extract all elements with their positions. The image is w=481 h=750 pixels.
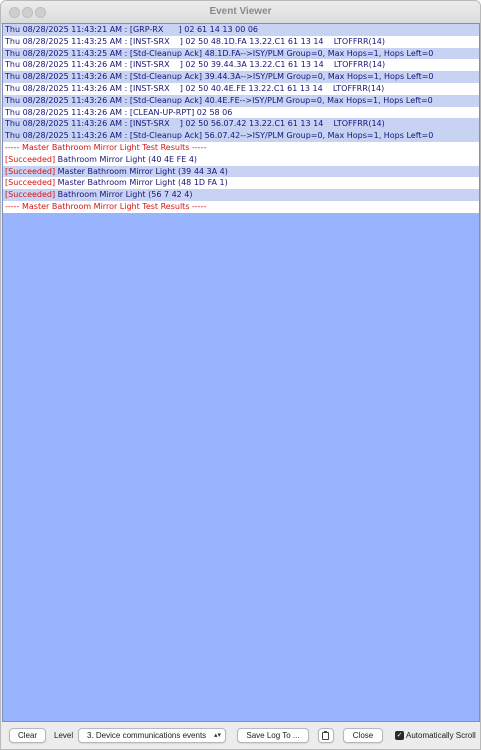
result-device: Bathroom Mirror Light (40 4E FE 4) (55, 154, 198, 164)
result-device: Master Bathroom Mirror Light (39 44 3A 4… (55, 166, 228, 176)
title-bar[interactable]: Event Viewer (1, 1, 480, 24)
log-row-text: Thu 08/28/2025 11:43:26 AM : [INST-SRX ]… (5, 60, 386, 70)
save-log-button[interactable]: Save Log To ... (237, 728, 309, 743)
log-row: Thu 08/28/2025 11:43:26 AM : [Std-Cleanu… (3, 130, 479, 142)
results-header-text: ----- Master Bathroom Mirror Light Test … (5, 142, 207, 152)
log-row: Thu 08/28/2025 11:43:26 AM : [INST-SRX ]… (3, 118, 479, 131)
log-row: Thu 08/28/2025 11:43:21 AM : [GRP-RX ] 0… (3, 24, 479, 36)
autoscroll-checkbox[interactable]: ✓ (395, 731, 404, 740)
result-status: [Succeeded] (5, 166, 56, 176)
close-button[interactable]: Close (343, 728, 383, 743)
log-row: Thu 08/28/2025 11:43:26 AM : [Std-Cleanu… (3, 71, 479, 83)
results-footer-text: ----- Master Bathroom Mirror Light Test … (5, 201, 207, 211)
event-log[interactable]: Thu 08/28/2025 11:43:21 AM : [GRP-RX ] 0… (2, 23, 480, 722)
log-row-text: Thu 08/28/2025 11:43:26 AM : [INST-SRX ]… (5, 83, 385, 93)
log-row-text: Thu 08/28/2025 11:43:26 AM : [Std-Cleanu… (5, 131, 434, 141)
log-row-text: Thu 08/28/2025 11:43:26 AM : [INST-SRX ]… (5, 119, 385, 129)
result-row: [Succeeded] Bathroom Mirror Light (56 7 … (3, 189, 479, 201)
checkmark-icon: ✓ (396, 732, 403, 739)
copy-clipboard-button[interactable] (318, 728, 334, 743)
log-row: Thu 08/28/2025 11:43:26 AM : [INST-SRX ]… (3, 82, 479, 95)
log-row-text: Thu 08/28/2025 11:43:26 AM : [Std-Cleanu… (5, 72, 434, 82)
result-row: [Succeeded] Master Bathroom Mirror Light… (3, 177, 479, 190)
level-select[interactable]: 3. Device communications events ▴▾ (78, 728, 226, 743)
autoscroll-label: Automatically Scroll (406, 731, 476, 740)
chevron-updown-icon: ▴▾ (213, 732, 221, 739)
log-row-text: Thu 08/28/2025 11:43:25 AM : [Std-Cleanu… (5, 48, 434, 58)
log-row: Thu 08/28/2025 11:43:26 AM : [CLEAN-UP-R… (3, 106, 479, 119)
log-row-text: Thu 08/28/2025 11:43:26 AM : [Std-Cleanu… (5, 95, 433, 105)
log-row-text: Thu 08/28/2025 11:43:21 AM : [GRP-RX ] 0… (5, 25, 259, 34)
result-device: Master Bathroom Mirror Light (48 1D FA 1… (55, 178, 228, 188)
level-label: Level (54, 731, 74, 740)
log-row: Thu 08/28/2025 11:43:26 AM : [Std-Cleanu… (3, 94, 479, 107)
level-select-value: 3. Device communications events (87, 731, 207, 740)
log-row-text: Thu 08/28/2025 11:43:26 AM : [CLEAN-UP-R… (5, 107, 233, 117)
log-row: Thu 08/28/2025 11:43:26 AM : [INST-SRX ]… (3, 59, 479, 72)
log-row: Thu 08/28/2025 11:43:25 AM : [INST-SRX ]… (3, 35, 479, 48)
log-row-text: Thu 08/28/2025 11:43:25 AM : [INST-SRX ]… (5, 36, 385, 46)
window-title: Event Viewer (209, 6, 272, 17)
event-viewer-window: Event Viewer Thu 08/28/2025 11:43:21 AM … (0, 0, 481, 750)
result-row: [Succeeded] Master Bathroom Mirror Light… (3, 165, 479, 178)
bottom-toolbar: Clear Level 3. Device communications eve… (1, 723, 480, 749)
log-row: Thu 08/28/2025 11:43:25 AM : [Std-Cleanu… (3, 47, 479, 60)
result-device: Bathroom Mirror Light (56 7 42 4) (55, 190, 193, 200)
clipboard-icon (322, 731, 329, 740)
results-header: ----- Master Bathroom Mirror Light Test … (3, 141, 479, 154)
result-status: [Succeeded] (5, 190, 56, 200)
result-status: [Succeeded] (5, 178, 56, 188)
clear-button[interactable]: Clear (9, 728, 46, 743)
result-row: [Succeeded] Bathroom Mirror Light (40 4E… (3, 153, 479, 166)
result-status: [Succeeded] (5, 154, 56, 164)
results-footer: ----- Master Bathroom Mirror Light Test … (3, 200, 479, 213)
